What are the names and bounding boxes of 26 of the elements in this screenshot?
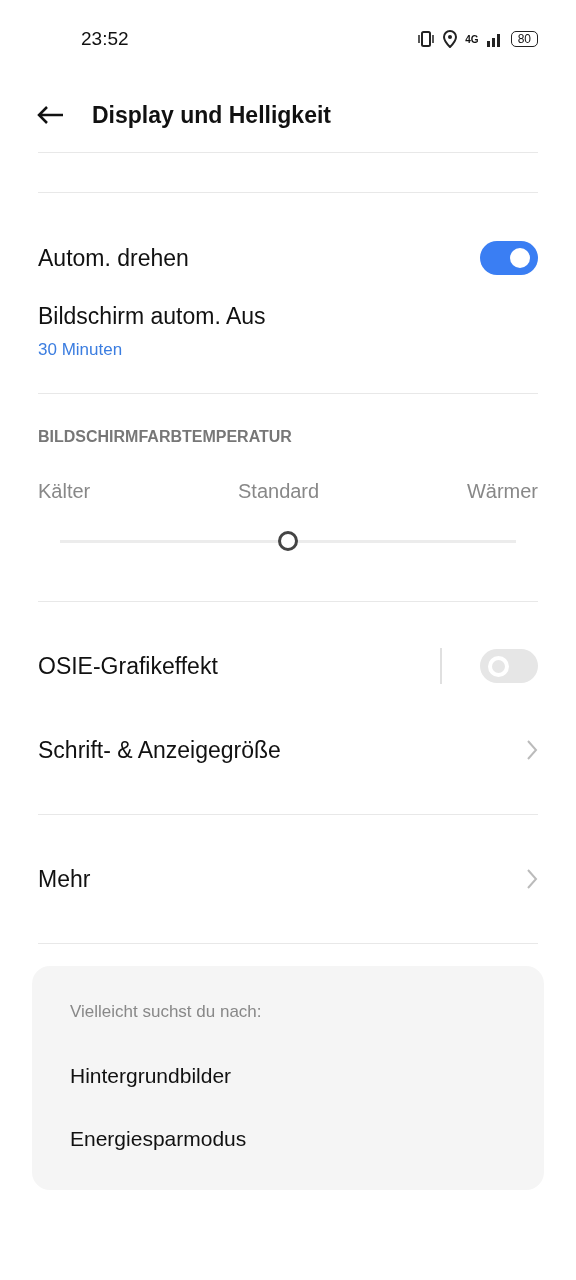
slider-label: Standard bbox=[238, 480, 320, 503]
network-type: 4G bbox=[465, 33, 479, 45]
chevron-right-icon bbox=[526, 739, 538, 761]
setting-label: Autom. drehen bbox=[38, 244, 190, 272]
temperature-slider[interactable] bbox=[60, 531, 516, 551]
clock-time: 23:52 bbox=[81, 28, 129, 50]
setting-value: 30 Minuten bbox=[38, 340, 124, 360]
setting-label: Bildschirm autom. Aus bbox=[38, 303, 267, 330]
chevron-right-icon bbox=[526, 868, 538, 890]
vibrate-icon bbox=[417, 30, 436, 48]
signal-icon bbox=[486, 31, 503, 47]
setting-label[interactable]: Schrift- & Anzeigegröße bbox=[38, 736, 526, 764]
slider-label: Kälter bbox=[38, 480, 91, 503]
back-arrow-icon[interactable] bbox=[36, 105, 64, 125]
toggle-switch[interactable] bbox=[480, 649, 538, 683]
location-pin-icon bbox=[443, 30, 458, 48]
section-heading: BILDSCHIRMFARBTEMPERATUR bbox=[37, 427, 293, 447]
setting-label: OSIE-Grafikeffekt bbox=[38, 652, 219, 680]
page-title: Display und Helligkeit bbox=[92, 101, 331, 129]
suggestion-link[interactable]: Energiesparmodus bbox=[70, 1107, 506, 1170]
battery-level: 80 bbox=[510, 31, 538, 47]
suggestion-heading: Vielleicht suchst du nach: bbox=[70, 1002, 263, 1022]
slider-label: Wärmer bbox=[466, 480, 538, 503]
suggestion-link[interactable]: Hintergrundbilder bbox=[70, 1044, 506, 1107]
setting-label[interactable]: Mehr bbox=[38, 865, 526, 893]
toggle-switch[interactable] bbox=[480, 241, 538, 275]
